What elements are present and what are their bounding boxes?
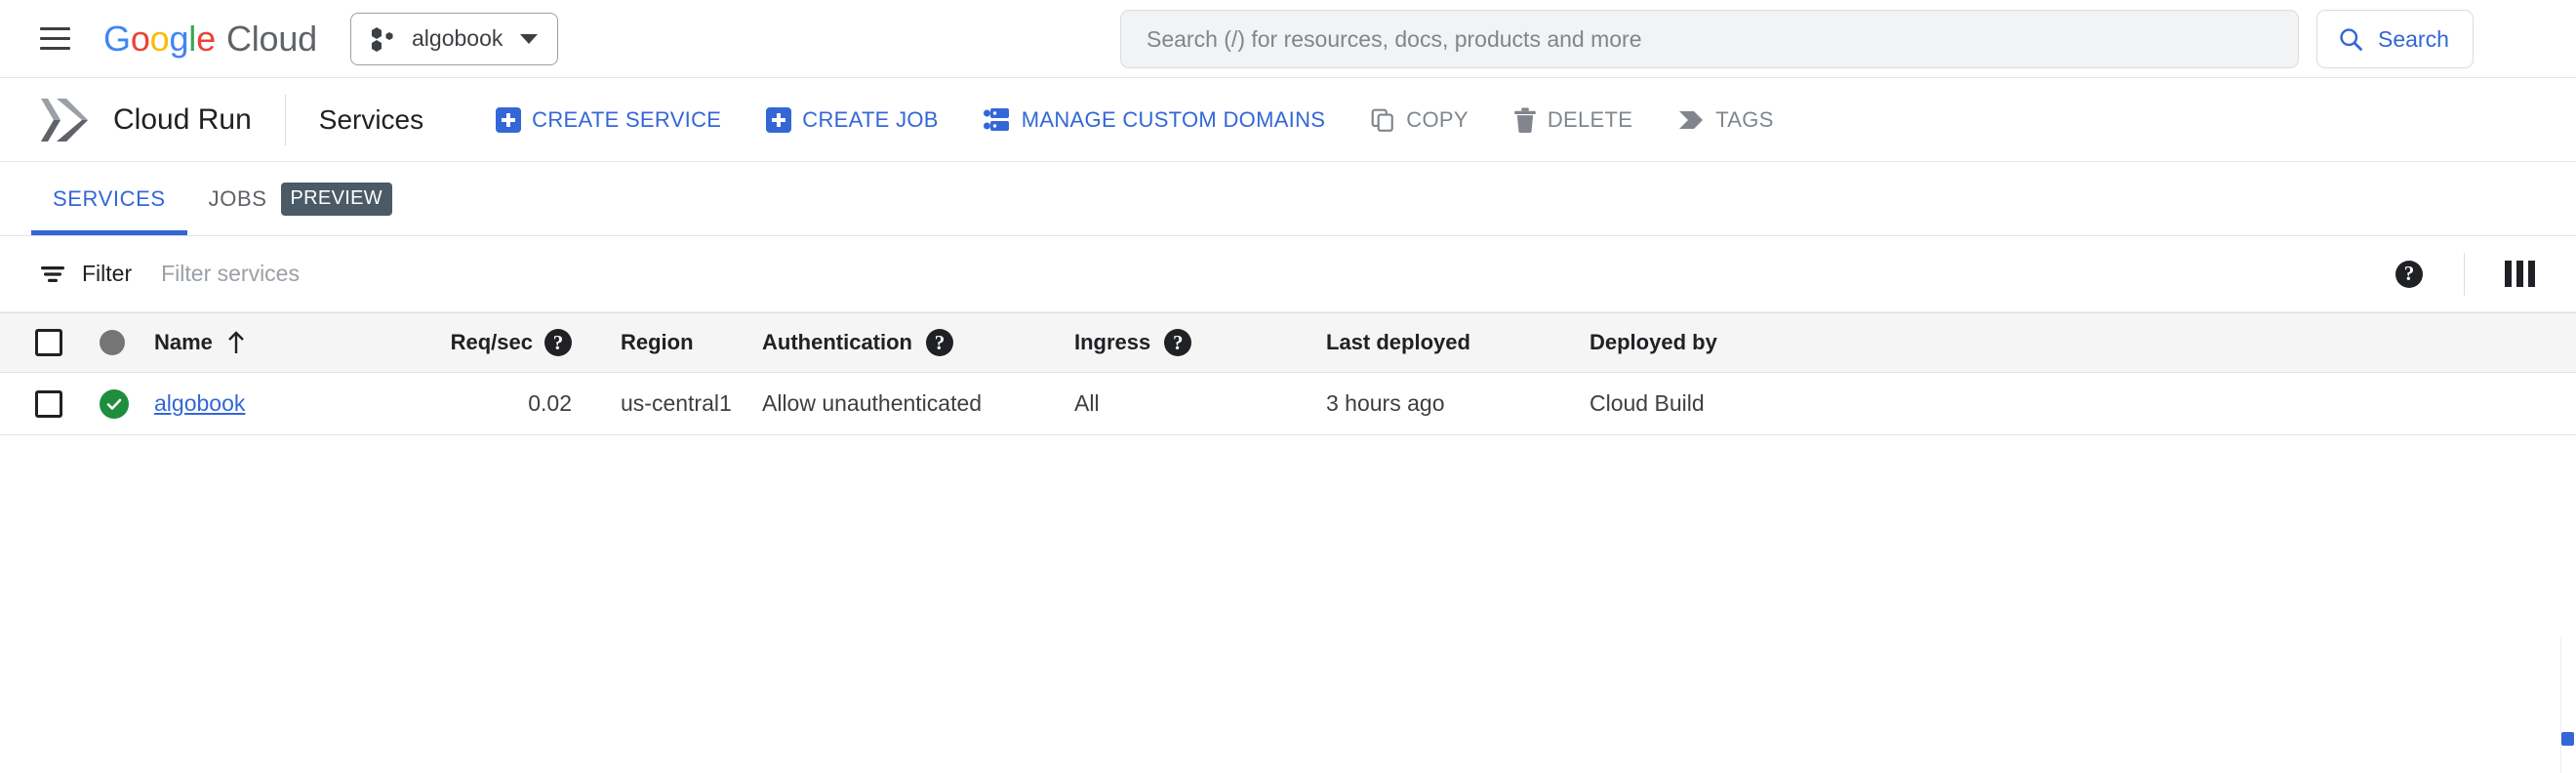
select-all-checkbox[interactable] [35,329,62,356]
copy-button[interactable]: COPY [1354,98,1484,142]
row-authentication-cell: Allow unauthenticated [762,390,983,416]
project-selector[interactable]: algobook [350,12,559,65]
region-column-label: Region [621,330,694,354]
copy-icon [1371,108,1394,132]
help-circle-icon[interactable]: ? [1164,329,1192,356]
top-app-bar: Google Cloud algobook Search (/) for res… [0,0,2576,78]
region-column-header: Region [572,330,762,355]
row-select-cell [35,389,100,418]
row-status-cell [100,388,154,419]
search-icon [2340,28,2362,51]
tags-label: TAGS [1715,106,1774,132]
hamburger-bar [39,37,70,40]
search-placeholder: Search (/) for resources, docs, products… [1147,25,1642,52]
search-button-label: Search [2378,25,2449,52]
check-circle-icon [100,388,129,419]
row-reqsec-cell: 0.02 [528,390,572,416]
project-name: algobook [412,25,503,51]
scroll-thumb[interactable] [2561,732,2574,746]
plus-square-icon [766,106,792,133]
last-deployed-column-header: Last deployed [1326,330,1590,355]
project-hexagons-icon [372,26,393,52]
tab-services[interactable]: SERVICES [31,162,187,235]
global-search-area: Search (/) for resources, docs, products… [1120,10,2474,68]
filter-services-input[interactable]: Filter services [161,261,2384,287]
tag-icon [1679,110,1704,129]
search-input[interactable]: Search (/) for resources, docs, products… [1120,10,2299,68]
tab-jobs-label: JOBS [208,185,267,211]
last-deployed-column-label: Last deployed [1326,330,1470,354]
table-header-row: Name Req/sec ? Region Authentication ? I… [0,312,2576,373]
manage-custom-domains-button[interactable]: MANAGE CUSTOM DOMAINS [968,98,1341,142]
create-service-label: CREATE SERVICE [532,106,722,132]
filter-bar: Filter Filter services ? [0,236,2576,312]
row-name-cell: algobook [154,390,396,417]
create-job-label: CREATE JOB [802,106,939,132]
authentication-column-label: Authentication [762,330,912,354]
row-region-cell: us-central1 [621,390,732,416]
row-last-deployed-cell: 3 hours ago [1326,390,1445,416]
delete-button[interactable]: DELETE [1498,98,1648,142]
google-cloud-logo[interactable]: Google Cloud [103,19,317,60]
header-divider [284,94,286,145]
tags-button[interactable]: TAGS [1662,98,1789,142]
hamburger-menu-icon[interactable] [31,16,78,62]
help-circle-icon: ? [2395,260,2423,288]
dns-domains-icon [983,107,1009,131]
ingress-column-header: Ingress ? [1074,329,1326,356]
filter-list-icon [41,265,64,282]
column-display-options-button[interactable] [2494,249,2545,300]
services-table: Name Req/sec ? Region Authentication ? I… [0,312,2576,435]
reqsec-column-header: Req/sec ? [396,329,572,356]
tab-jobs[interactable]: JOBS PREVIEW [187,162,414,235]
select-all-cell [35,329,100,356]
help-circle-icon[interactable]: ? [926,329,953,356]
preview-badge: PREVIEW [280,182,392,216]
table-row[interactable]: algobook 0.02 us-central1 Allow unauthen… [0,373,2576,435]
tab-bar: SERVICES JOBS PREVIEW [0,162,2576,236]
search-button[interactable]: Search [2316,10,2474,68]
status-column-header [100,330,154,355]
name-column-label: Name [154,330,213,354]
ingress-column-label: Ingress [1074,330,1151,354]
google-wordmark: Google [103,18,216,59]
service-link-algobook[interactable]: algobook [154,390,245,417]
help-circle-icon[interactable]: ? [544,329,572,356]
manage-custom-domains-label: MANAGE CUSTOM DOMAINS [1021,106,1326,132]
cloud-wordmark: Cloud [225,18,317,59]
column-display-icon [2504,261,2535,287]
trash-icon [1513,107,1536,133]
create-service-button[interactable]: CREATE SERVICE [480,98,737,142]
page-title: Services [318,103,424,135]
filter-input-placeholder: Filter services [161,261,300,286]
copy-label: COPY [1406,106,1469,132]
status-circle-icon [100,330,125,355]
product-name[interactable]: Cloud Run [113,103,252,137]
hamburger-bar [39,47,70,50]
arrow-up-icon [228,331,244,353]
hamburger-bar [39,27,70,30]
row-checkbox[interactable] [35,389,62,418]
check-glyph [106,398,122,410]
filter-bar-divider [2464,252,2465,296]
cloud-run-chevron-icon [41,98,88,142]
delete-label: DELETE [1547,106,1633,132]
authentication-column-header: Authentication ? [762,329,1074,356]
filter-button[interactable]: Filter [39,261,132,287]
horizontal-scroll-track[interactable] [2560,636,2576,773]
row-ingress-cell: All [1074,390,1100,416]
name-column-header[interactable]: Name [154,330,396,355]
reqsec-column-label: Req/sec [450,330,533,354]
tab-services-label: SERVICES [53,185,166,211]
deployed-by-column-header: Deployed by [1590,330,1717,355]
filter-label: Filter [82,261,133,286]
product-header-bar: Cloud Run Services CREATE SERVICE CREATE… [0,78,2576,162]
help-button[interactable]: ? [2384,249,2435,300]
row-deployed-by-cell: Cloud Build [1590,390,1705,416]
create-job-button[interactable]: CREATE JOB [750,98,954,142]
plus-square-icon [496,106,522,133]
deployed-by-column-label: Deployed by [1590,330,1717,354]
chevron-down-icon [520,33,539,44]
services-table-area: Name Req/sec ? Region Authentication ? I… [0,312,2576,773]
